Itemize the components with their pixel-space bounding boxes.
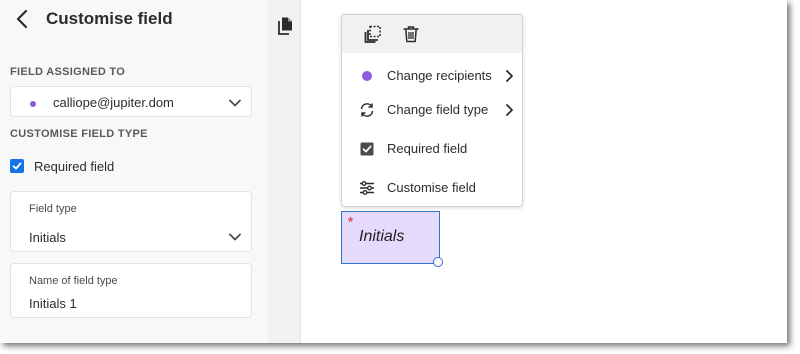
- panel-title: Customise field: [46, 9, 173, 28]
- sliders-icon: [360, 181, 374, 195]
- initials-field[interactable]: * Initials: [341, 211, 440, 264]
- chevron-down-icon: [229, 99, 241, 107]
- chevron-right-icon: [506, 104, 513, 116]
- refresh-icon: [360, 103, 374, 117]
- page-thumbnail-strip: [268, 0, 301, 343]
- menu-item-label: Change field type: [387, 102, 489, 117]
- menu-item-change-recipients[interactable]: Change recipients: [342, 59, 522, 93]
- recipient-dot-icon: [30, 101, 36, 107]
- field-name-label: Name of field type: [29, 275, 118, 287]
- field-assigned-heading: FIELD ASSIGNED TO: [10, 66, 126, 78]
- check-icon: [12, 162, 22, 170]
- back-arrow-icon[interactable]: [12, 8, 34, 30]
- required-field-checkbox[interactable]: [10, 159, 24, 173]
- recipient-value: calliope@jupiter.dom: [53, 95, 174, 110]
- customise-field-type-heading: CUSTOMISE FIELD TYPE: [10, 128, 148, 140]
- menu-item-label: Change recipients: [387, 68, 492, 83]
- recipient-dot-icon: [362, 71, 372, 81]
- initials-field-text: Initials: [359, 228, 405, 245]
- chevron-right-icon: [506, 70, 513, 82]
- chevron-down-icon: [229, 233, 241, 241]
- duplicate-icon[interactable]: [364, 25, 382, 43]
- recipient-select[interactable]: calliope@jupiter.dom: [10, 86, 252, 117]
- app-window: Customise field FIELD ASSIGNED TO callio…: [0, 0, 787, 343]
- required-field-checkbox-row[interactable]: Required field: [10, 157, 114, 175]
- menu-item-required-field[interactable]: Required field: [342, 132, 522, 166]
- menu-item-change-field-type[interactable]: Change field type: [342, 93, 522, 127]
- field-type-label: Field type: [29, 203, 77, 215]
- menu-toolbar: [342, 15, 522, 53]
- trash-icon[interactable]: [402, 25, 420, 43]
- field-name-input[interactable]: Name of field type Initials 1: [10, 263, 252, 318]
- document-pages-icon[interactable]: [278, 17, 293, 35]
- menu-item-label: Customise field: [387, 180, 476, 195]
- field-type-select[interactable]: Field type Initials: [10, 191, 252, 252]
- menu-item-customise-field[interactable]: Customise field: [342, 171, 522, 205]
- field-name-value: Initials 1: [29, 296, 77, 311]
- field-context-menu: Change recipients Change field type Requ…: [341, 14, 523, 207]
- required-field-label: Required field: [34, 158, 115, 174]
- menu-item-label: Required field: [387, 141, 468, 156]
- resize-handle[interactable]: [433, 257, 443, 267]
- customise-field-panel: Customise field FIELD ASSIGNED TO callio…: [0, 0, 268, 343]
- checkbox-icon: [360, 142, 374, 156]
- required-marker: *: [348, 214, 354, 229]
- field-type-value: Initials: [29, 230, 66, 245]
